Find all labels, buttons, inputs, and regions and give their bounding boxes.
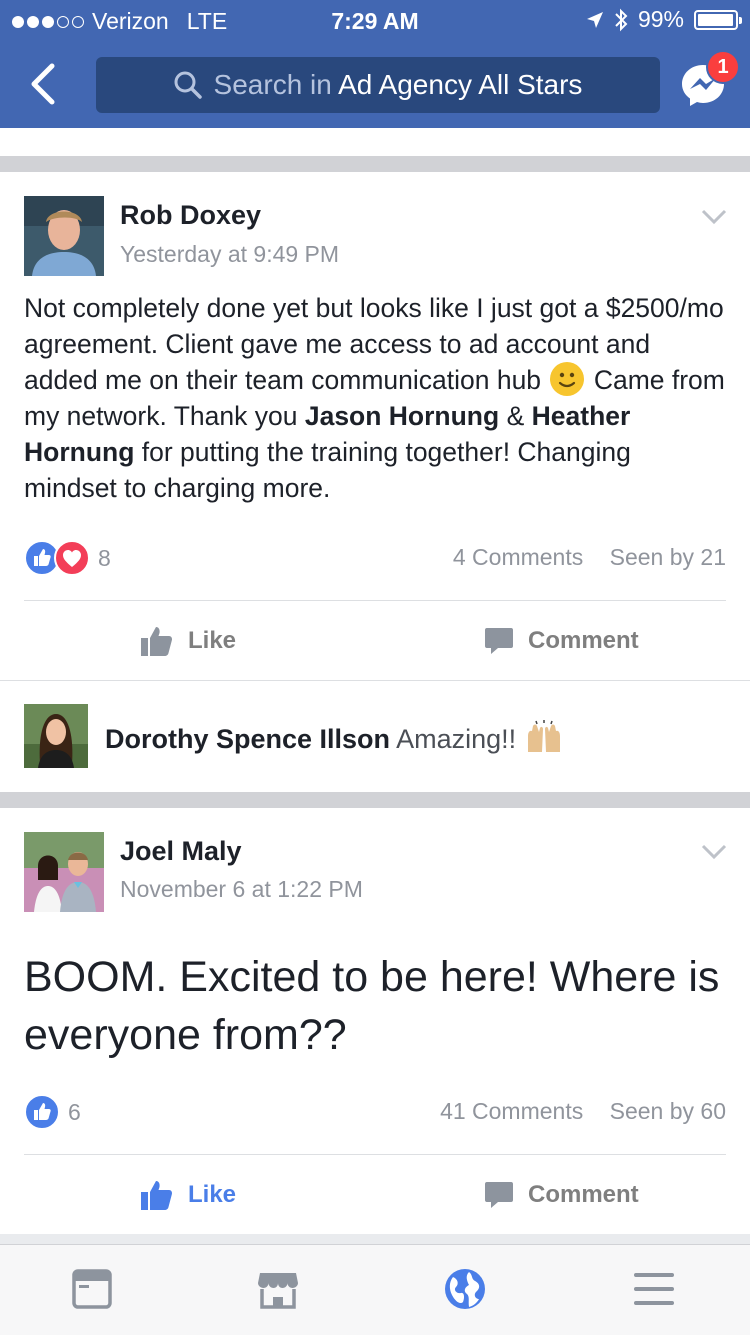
post-timestamp[interactable]: Yesterday at 9:49 PM <box>120 241 339 268</box>
post-timestamp[interactable]: November 6 at 1:22 PM <box>120 876 363 903</box>
reaction-count: 6 <box>68 1098 81 1125</box>
avatar[interactable] <box>24 704 88 768</box>
post-author[interactable]: Rob Doxey <box>120 200 261 231</box>
status-bar: Verizon LTE 7:29 AM 99% <box>0 0 750 40</box>
chevron-down-icon[interactable] <box>700 208 728 226</box>
feed-separator <box>0 792 750 808</box>
back-arrow-icon[interactable] <box>26 62 62 106</box>
divider <box>24 600 726 601</box>
post-text: Not completely done yet but looks like I… <box>24 290 728 506</box>
reaction-count: 8 <box>98 544 111 571</box>
seen-by-count[interactable]: Seen by 21 <box>610 544 726 570</box>
comment-button[interactable]: Comment <box>484 620 639 662</box>
search-group-name: Ad Agency All Stars <box>338 69 583 100</box>
battery-percent: 99% <box>637 6 684 32</box>
like-reaction-icon <box>24 1094 60 1130</box>
notification-badge: 1 <box>706 50 740 84</box>
divider <box>24 1154 726 1155</box>
comment-bubble-icon <box>485 628 513 654</box>
globe-icon[interactable] <box>443 1267 487 1311</box>
search-icon <box>174 71 202 99</box>
bottom-tab-bar <box>0 1244 750 1335</box>
chevron-down-icon[interactable] <box>700 843 728 861</box>
reactions-summary[interactable]: 8 <box>24 540 111 576</box>
like-label: Like <box>188 627 237 654</box>
post-text: BOOM. Excited to be here! Where is every… <box>24 953 720 1059</box>
menu-icon[interactable] <box>632 1267 676 1311</box>
comment-bubble-icon <box>485 1182 513 1208</box>
top-comment[interactable]: Dorothy Spence Illson Amazing!! <box>105 720 564 755</box>
divider <box>0 680 750 681</box>
raised-hands-emoji-icon <box>527 720 560 752</box>
tagged-person[interactable]: Jason Hornung <box>305 401 499 431</box>
post-stats: 8 4 Comments Seen by 21 <box>24 540 726 576</box>
top-nav-bar: Verizon LTE 7:29 AM 99% Search in Ad Age… <box>0 0 750 128</box>
comments-count[interactable]: 41 Comments <box>440 1098 583 1124</box>
comment-button[interactable]: Comment <box>484 1174 639 1216</box>
post-stats: 6 41 Comments Seen by 60 <box>24 1094 726 1130</box>
comment-label: Comment <box>528 627 639 654</box>
comment-author[interactable]: Dorothy Spence Illson <box>105 724 390 754</box>
like-label: Like <box>188 1181 237 1208</box>
thumbs-up-icon <box>141 627 173 656</box>
battery-icon <box>694 9 742 30</box>
group-search-input[interactable]: Search in Ad Agency All Stars <box>96 57 660 113</box>
post-text-part: & <box>506 401 525 431</box>
like-button[interactable]: Like <box>140 1174 236 1216</box>
marketplace-icon[interactable] <box>256 1267 300 1311</box>
comments-count[interactable]: 4 Comments <box>453 544 583 570</box>
comment-body: Amazing!! <box>396 724 517 754</box>
search-placeholder-prefix: Search in <box>213 69 332 100</box>
smile-emoji-icon <box>550 362 585 396</box>
seen-by-count[interactable]: Seen by 60 <box>610 1098 726 1124</box>
love-reaction-icon <box>54 540 90 576</box>
feed-separator <box>0 1234 750 1244</box>
thumbs-up-icon <box>141 1181 173 1210</box>
bluetooth-icon <box>615 8 628 31</box>
feed-separator <box>0 156 750 172</box>
location-arrow-icon <box>586 11 603 28</box>
post-author[interactable]: Joel Maly <box>120 836 242 867</box>
avatar[interactable] <box>24 832 104 912</box>
like-button[interactable]: Like <box>140 620 236 662</box>
avatar[interactable] <box>24 196 104 276</box>
comment-label: Comment <box>528 1181 639 1208</box>
news-feed-icon[interactable] <box>70 1267 114 1311</box>
reactions-summary[interactable]: 6 <box>24 1094 81 1130</box>
